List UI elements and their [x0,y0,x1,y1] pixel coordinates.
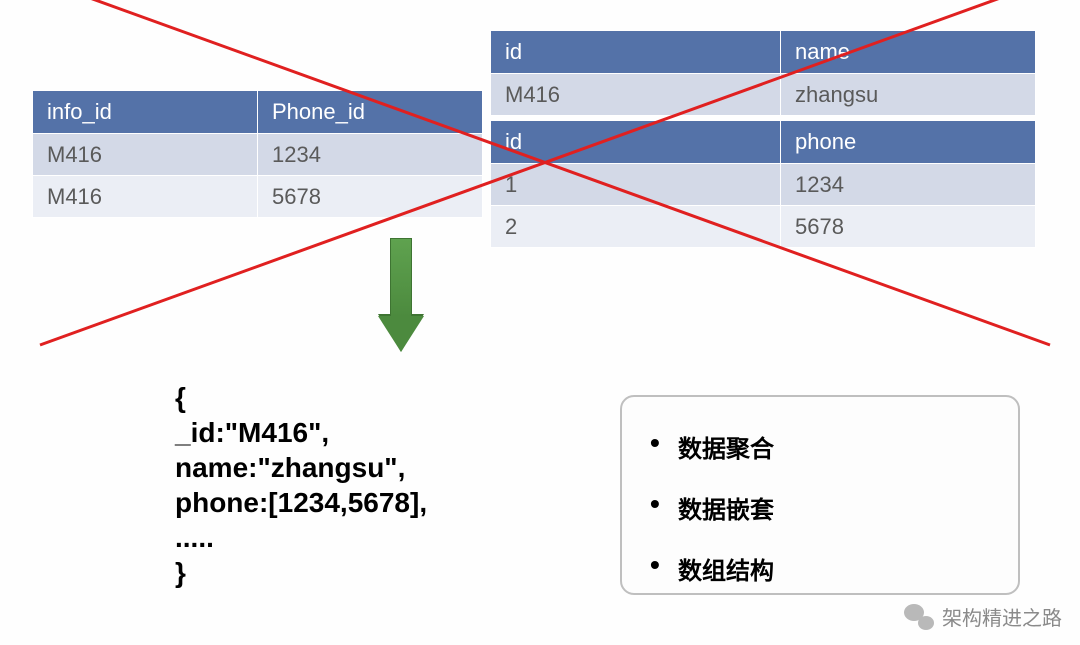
t1-header-phone-id: Phone_id [258,91,483,134]
watermark-text: 架构精进之路 [942,602,1062,631]
table-row: 2 5678 [491,206,1036,248]
table-row: M416 1234 [33,134,483,176]
table-id-name: id name M416 zhangsu [490,30,1036,116]
t3-header-id: id [491,121,781,164]
table-row: M416 5678 [33,176,483,218]
callout-item-nesting: 数据嵌套 [650,490,990,525]
table-row: M416 zhangsu [491,74,1036,116]
callout-box: 数据聚合 数据嵌套 数组结构 [620,395,1020,595]
t3-header-phone: phone [781,121,1036,164]
callout-item-array: 数组结构 [650,551,990,586]
table-info-phone: info_id Phone_id M416 1234 M416 5678 [32,90,483,218]
t2-header-id: id [491,31,781,74]
t1-header-info-id: info_id [33,91,258,134]
watermark: 架构精进之路 [904,602,1062,631]
t2-header-name: name [781,31,1036,74]
table-id-phone: id phone 1 1234 2 5678 [490,120,1036,248]
arrow-down-icon [378,238,424,358]
wechat-icon [904,604,934,630]
json-code-block: { _id:"M416", name:"zhangsu", phone:[123… [175,380,427,590]
table-row: 1 1234 [491,164,1036,206]
callout-item-aggregation: 数据聚合 [650,429,990,464]
